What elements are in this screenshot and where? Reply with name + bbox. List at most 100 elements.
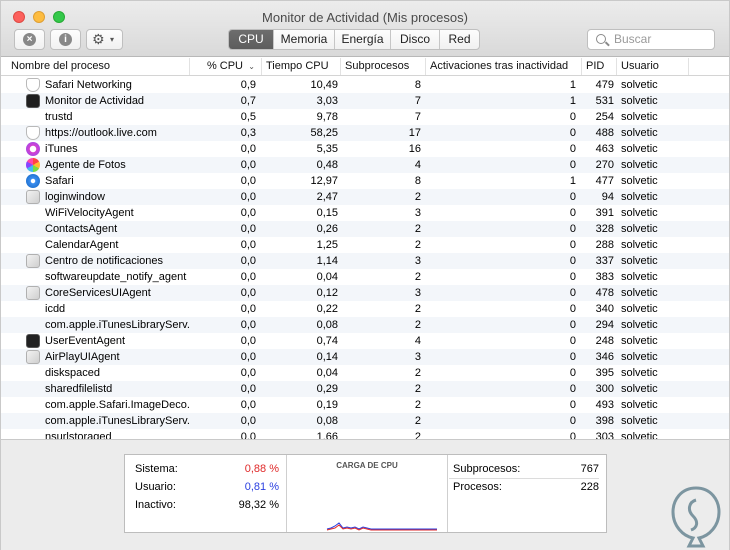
- table-row[interactable]: CalendarAgent 0,0 1,25 2 0 288 solvetic: [1, 237, 729, 253]
- column-header-threads[interactable]: Subprocesos: [341, 58, 426, 75]
- table-row[interactable]: nsurlstoraged 0,0 1,66 2 0 303 solvetic: [1, 429, 729, 439]
- process-name-cell: https://outlook.live.com: [45, 127, 157, 139]
- table-row[interactable]: Centro de notificaciones 0,0 1,14 3 0 337 solv…: [1, 253, 729, 269]
- wakeups-cell: 0: [569, 287, 576, 299]
- table-row[interactable]: ContactsAgent 0,0 0,26 2 0 328 solvetic: [1, 221, 729, 237]
- threads-cell: 2: [414, 367, 421, 379]
- column-header-name[interactable]: Nombre del proceso: [7, 58, 190, 75]
- table-row[interactable]: CoreServicesUIAgent 0,0 0,12 3 0 478 solvetic: [1, 285, 729, 301]
- pid-cell: 328: [595, 223, 614, 235]
- summary-area: Sistema: 0,88 % Usuario: 0,81 % Inactivo…: [1, 439, 729, 550]
- pid-cell: 346: [595, 351, 614, 363]
- title-bar: Monitor de Actividad (Mis procesos) × i …: [1, 1, 729, 57]
- table-row[interactable]: Monitor de Actividad 0,7 3,03 7 1 531 solvetic: [1, 93, 729, 109]
- user-cell: solvetic: [621, 223, 658, 235]
- cpu-time-cell: 0,08: [316, 319, 338, 331]
- inspect-process-button[interactable]: i: [50, 29, 81, 50]
- wakeups-cell: 0: [569, 159, 576, 171]
- sistema-label: Sistema:: [135, 463, 178, 475]
- search-field[interactable]: Buscar: [587, 29, 715, 50]
- procesos-value: 228: [580, 481, 599, 493]
- cpu-cell: 0,0: [240, 367, 256, 379]
- search-placeholder: Buscar: [614, 32, 652, 46]
- pid-cell: 94: [601, 191, 614, 203]
- table-row[interactable]: WiFiVelocityAgent 0,0 0,15 3 0 391 solvetic: [1, 205, 729, 221]
- tab-memoria[interactable]: Memoria: [273, 30, 334, 49]
- pid-cell: 340: [595, 303, 614, 315]
- column-header-wakeups[interactable]: Activaciones tras inactividad: [426, 58, 582, 75]
- process-name-cell: nsurlstoraged: [45, 431, 112, 439]
- column-header-pid[interactable]: PID: [582, 58, 617, 75]
- threads-cell: 3: [414, 351, 421, 363]
- table-row[interactable]: loginwindow 0,0 2,47 2 0 94 solvetic: [1, 189, 729, 205]
- tab-energia[interactable]: Energía: [334, 30, 390, 49]
- app-icon: [26, 286, 40, 300]
- user-cell: solvetic: [621, 111, 658, 123]
- table-row[interactable]: softwareupdate_notify_agent 0,0 0,04 2 0 383 s…: [1, 269, 729, 285]
- table-row[interactable]: com.apple.iTunesLibraryServ... 0,0 0,08 2 0 2…: [1, 317, 729, 333]
- tab-disco[interactable]: Disco: [390, 30, 439, 49]
- cpu-time-cell: 0,29: [316, 383, 338, 395]
- stop-process-button[interactable]: ×: [14, 29, 45, 50]
- threads-cell: 17: [408, 127, 421, 139]
- threads-cell: 7: [414, 95, 421, 107]
- cpu-cell: 0,0: [240, 175, 256, 187]
- cpu-cell: 0,9: [240, 79, 256, 91]
- process-name-cell: loginwindow: [45, 191, 105, 203]
- pid-cell: 337: [595, 255, 614, 267]
- wakeups-cell: 0: [569, 399, 576, 411]
- wakeups-cell: 0: [569, 319, 576, 331]
- wakeups-cell: 0: [569, 127, 576, 139]
- cpu-time-cell: 3,03: [316, 95, 338, 107]
- actions-menu-button[interactable]: ⚙ ▾: [86, 29, 123, 50]
- divider: [449, 478, 599, 479]
- pid-cell: 254: [595, 111, 614, 123]
- pid-cell: 303: [595, 431, 614, 439]
- table-row[interactable]: AirPlayUIAgent 0,0 0,14 3 0 346 solvetic: [1, 349, 729, 365]
- cpu-cell: 0,0: [240, 335, 256, 347]
- wakeups-cell: 0: [569, 143, 576, 155]
- table-header: Nombre del proceso % CPU ⌄ Tiempo CPU Sub…: [1, 58, 729, 76]
- table-row[interactable]: icdd 0,0 0,22 2 0 340 solvetic: [1, 301, 729, 317]
- table-row[interactable]: UserEventAgent 0,0 0,74 4 0 248 solvetic: [1, 333, 729, 349]
- pid-cell: 488: [595, 127, 614, 139]
- table-row[interactable]: sharedfilelistd 0,0 0,29 2 0 300 solvetic: [1, 381, 729, 397]
- user-cell: solvetic: [621, 303, 658, 315]
- threads-cell: 2: [414, 399, 421, 411]
- column-header-cpu-label: % CPU: [206, 60, 243, 72]
- table-row[interactable]: com.apple.Safari.ImageDeco... 0,0 0,19 2 0 49…: [1, 397, 729, 413]
- table-row[interactable]: iTunes 0,0 5,35 16 0 463 solvetic: [1, 141, 729, 157]
- threads-cell: 2: [414, 223, 421, 235]
- user-cell: solvetic: [621, 431, 658, 439]
- chevron-down-icon: ▾: [110, 35, 115, 44]
- cpu-time-cell: 0,12: [316, 287, 338, 299]
- gear-icon: ⚙: [92, 31, 105, 47]
- table-row[interactable]: trustd 0,5 9,78 7 0 254 solvetic: [1, 109, 729, 125]
- table-row[interactable]: diskspaced 0,0 0,04 2 0 395 solvetic: [1, 365, 729, 381]
- table-row[interactable]: Safari Networking 0,9 10,49 8 1 479 solvetic: [1, 77, 729, 93]
- column-header-time[interactable]: Tiempo CPU: [262, 58, 341, 75]
- cpu-time-cell: 2,47: [316, 191, 338, 203]
- table-row[interactable]: Safari 0,0 12,97 8 1 477 solvetic: [1, 173, 729, 189]
- wakeups-cell: 0: [569, 255, 576, 267]
- tab-cpu[interactable]: CPU: [229, 30, 273, 49]
- pid-cell: 398: [595, 415, 614, 427]
- user-cell: solvetic: [621, 191, 658, 203]
- cpu-time-cell: 0,04: [316, 367, 338, 379]
- cpu-time-cell: 5,35: [316, 143, 338, 155]
- wakeups-cell: 0: [569, 239, 576, 251]
- threads-cell: 2: [414, 415, 421, 427]
- cpu-time-cell: 0,14: [316, 351, 338, 363]
- column-header-cpu[interactable]: % CPU ⌄: [190, 58, 262, 75]
- tab-red[interactable]: Red: [439, 30, 479, 49]
- table-row[interactable]: Agente de Fotos 0,0 0,48 4 0 270 solvetic: [1, 157, 729, 173]
- wakeups-cell: 0: [569, 367, 576, 379]
- cpu-time-cell: 0,19: [316, 399, 338, 411]
- column-header-user[interactable]: Usuario: [617, 58, 689, 75]
- process-name-cell: CoreServicesUIAgent: [45, 287, 151, 299]
- table-row[interactable]: com.apple.iTunesLibraryServ... 0,0 0,08 2 0 3…: [1, 413, 729, 429]
- pid-cell: 478: [595, 287, 614, 299]
- cpu-cell: 0,0: [240, 207, 256, 219]
- app-icon: [26, 350, 40, 364]
- table-row[interactable]: https://outlook.live.com 0,3 58,25 17 0 488 so…: [1, 125, 729, 141]
